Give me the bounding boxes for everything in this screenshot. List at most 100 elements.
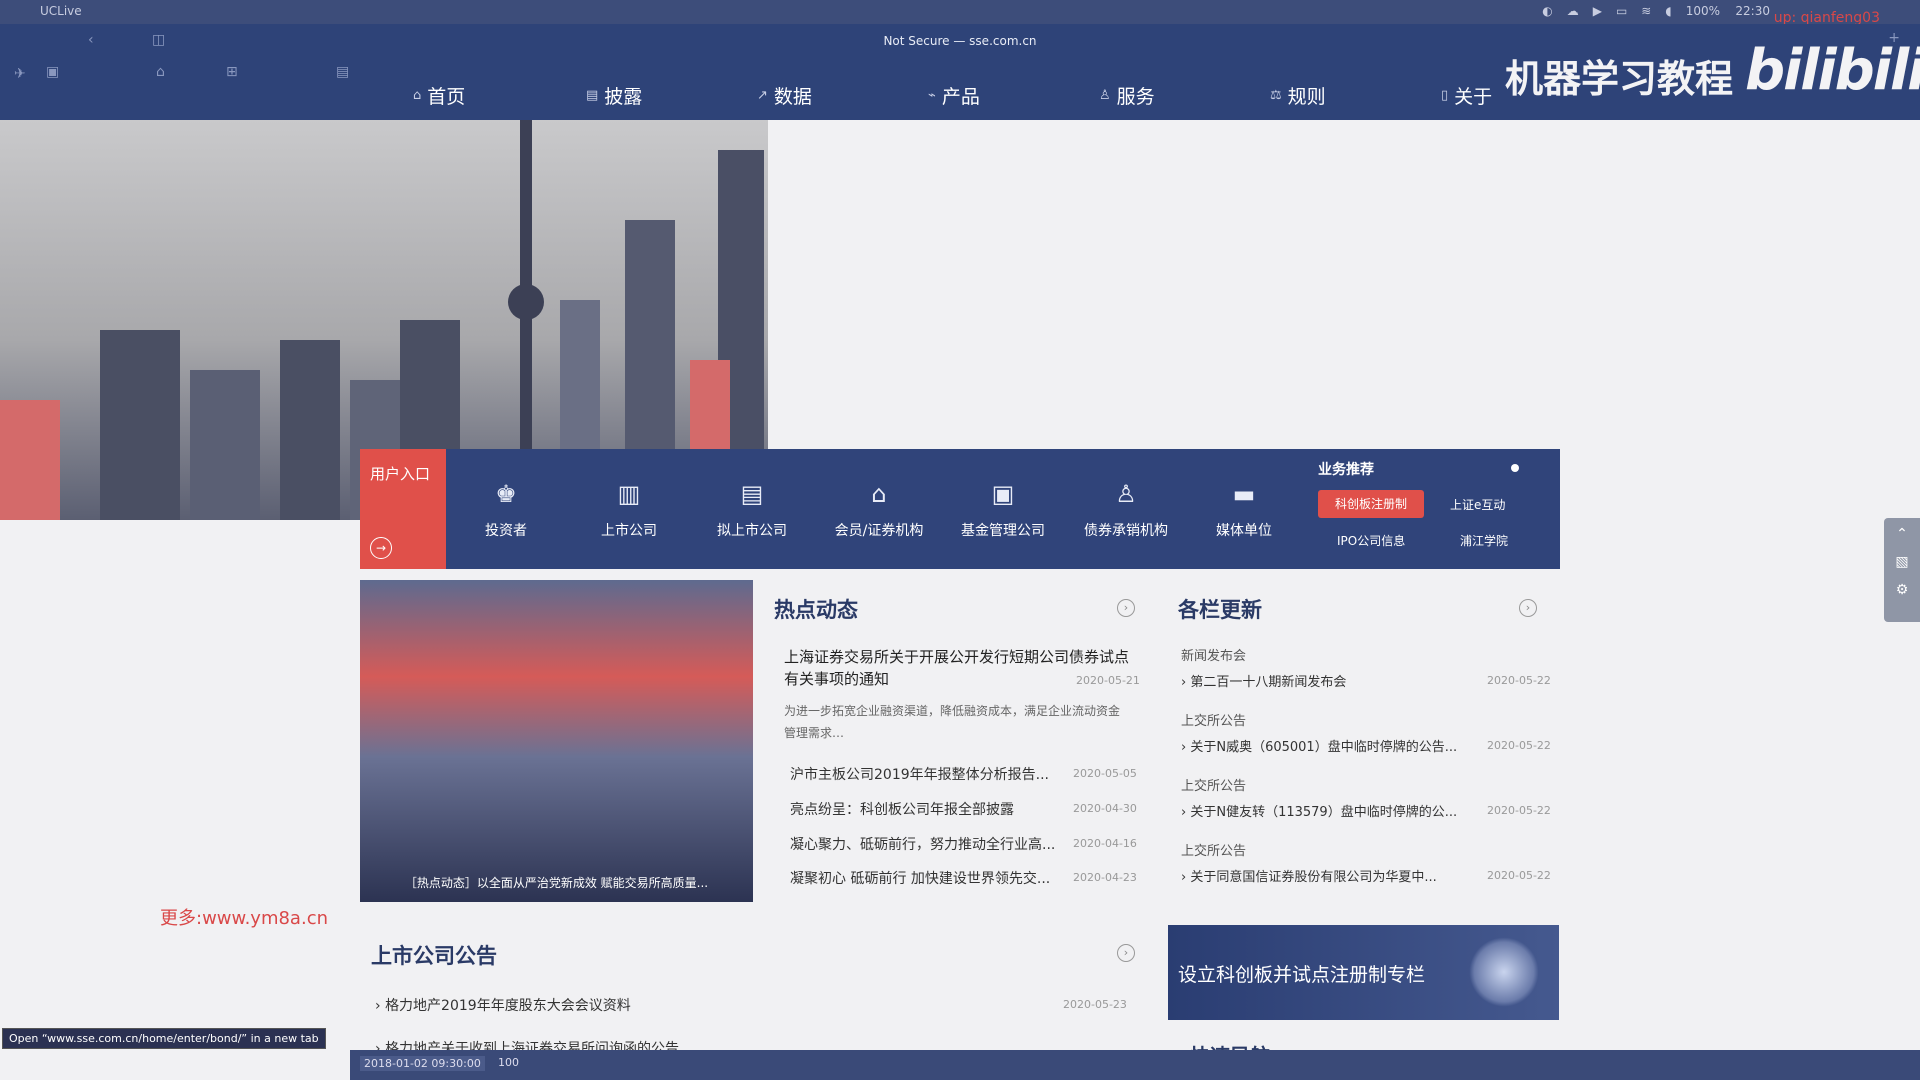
- nav-rules[interactable]: ⚖ 规则: [1270, 82, 1326, 109]
- nav-services[interactable]: ♙ 服务: [1099, 82, 1155, 109]
- system-menubar: UCLive ◐ ☁ ▶ ▭ ≋ ◖ 100% 22:30 up: qianfe…: [0, 0, 1920, 26]
- listed-more-icon[interactable]: ›: [1117, 944, 1135, 962]
- media-icon: ▬: [1232, 480, 1256, 508]
- menubar-status-icons: ◐ ☁ ▶ ▭ ≋ ◖ 100%: [1542, 4, 1720, 18]
- update-category: 上交所公告: [1181, 844, 1247, 859]
- building-icon: ▥: [617, 480, 641, 508]
- user-bar-media[interactable]: ▬ 媒体单位: [1189, 480, 1299, 540]
- link-status-tooltip: Open “www.sse.com.cn/home/enter/bond/” i…: [2, 1028, 326, 1049]
- dollar-doc-icon: ▤: [740, 480, 764, 508]
- nav-home[interactable]: ⌂ 首页: [413, 82, 465, 109]
- hot-item[interactable]: 凝聚初心 砥砺前行 加快建设世界领先交...: [790, 868, 1050, 888]
- headline-date: 2020-05-21: [1076, 674, 1140, 687]
- volume-icon[interactable]: ◖: [1665, 4, 1671, 18]
- quick-nav-title: 快速导航: [1190, 1040, 1270, 1050]
- e-interaction-link[interactable]: 上证e互动: [1450, 496, 1505, 513]
- updates-title: 各栏更新: [1178, 598, 1262, 622]
- floating-toolbar: ⌃ ▧ ⚙: [1884, 518, 1920, 622]
- bilibili-logo: bilibili: [1745, 38, 1920, 103]
- star-market-promo-banner[interactable]: 设立科创板并试点注册制专栏: [1168, 925, 1559, 1020]
- update-category: 上交所公告: [1181, 779, 1247, 794]
- pujiang-link[interactable]: 浦江学院: [1460, 532, 1508, 549]
- tool-icon[interactable]: ⊞: [226, 64, 238, 80]
- play-icon[interactable]: ▶: [1593, 4, 1602, 18]
- update-item[interactable]: › 关于同意国信证券股份有限公司为华夏中...: [1181, 866, 1437, 885]
- nav-label: 规则: [1287, 86, 1326, 108]
- hot-item-date: 2020-04-16: [1073, 837, 1137, 850]
- arrow-circle-icon[interactable]: →: [370, 537, 392, 559]
- nav-disclosure[interactable]: ▤ 披露: [586, 82, 642, 109]
- user-bar-investor[interactable]: ♚ 投资者: [451, 480, 561, 540]
- hot-news-title: 热点动态: [774, 598, 858, 622]
- wechat-icon[interactable]: ◐: [1542, 4, 1552, 18]
- nav-label: 披露: [604, 86, 643, 108]
- chart-icon: ↗: [757, 88, 768, 103]
- biz-title: 业务推荐: [1318, 462, 1374, 478]
- bank-icon: ⌂: [871, 480, 887, 508]
- update-text: 关于同意国信证券股份有限公司为华夏中...: [1190, 870, 1437, 885]
- hot-news-photo[interactable]: [360, 580, 753, 902]
- update-date: 2020-05-22: [1487, 804, 1551, 817]
- star-market-button[interactable]: 科创板注册制: [1318, 490, 1424, 518]
- user-bar-pre-listing[interactable]: ▤ 拟上市公司: [697, 480, 807, 540]
- update-category: 上交所公告: [1181, 714, 1247, 729]
- listed-date: 2020-05-23: [1063, 998, 1127, 1011]
- updates-more-icon[interactable]: ›: [1519, 599, 1537, 617]
- update-item[interactable]: › 第二百一十八期新闻发布会: [1181, 671, 1346, 690]
- hot-item[interactable]: 亮点纷呈：科创板公司年报全部披露: [790, 799, 1014, 819]
- listed-title: 上市公司公告: [371, 944, 497, 968]
- scroll-top-icon[interactable]: ⌃: [1884, 518, 1920, 542]
- hot-item[interactable]: 凝心聚力、砥砺前行，努力推动全行业高...: [790, 834, 1055, 854]
- bookmark-icon[interactable]: ⌂: [156, 64, 165, 80]
- listed-item[interactable]: › 格力地产关于收到上海证券交易所问询函的公告: [375, 1038, 679, 1050]
- extension-icon[interactable]: ✈: [14, 66, 26, 82]
- grid-icon[interactable]: ▤: [336, 64, 349, 80]
- user-bar-label: 上市公司: [601, 523, 657, 539]
- user-bar-members[interactable]: ⌂ 会员/证券机构: [814, 480, 944, 540]
- settings-icon[interactable]: ⚙: [1884, 570, 1920, 598]
- book-icon: ▯: [1441, 88, 1449, 103]
- ipo-info-link[interactable]: IPO公司信息: [1337, 532, 1405, 549]
- battery-label: 100%: [1685, 4, 1720, 18]
- nav-about[interactable]: ▯ 关于: [1441, 82, 1492, 109]
- hot-item[interactable]: 沪市主板公司2019年年报整体分析报告...: [790, 764, 1049, 784]
- photo-caption[interactable]: ［热点动态］以全面从严治党新成效 赋能交易所高质量...: [360, 874, 753, 891]
- nav-label: 关于: [1454, 86, 1493, 108]
- cloud-icon[interactable]: ☁: [1567, 4, 1579, 18]
- nav-label: 数据: [773, 86, 812, 108]
- more-link[interactable]: 更多:www.ym8a.cn: [160, 904, 328, 930]
- update-text: 关于N健友转（113579）盘中临时停牌的公...: [1190, 805, 1458, 820]
- listed-text: 格力地产2019年年度股东大会会议资料: [385, 998, 631, 1014]
- wifi-icon[interactable]: ≋: [1641, 4, 1651, 18]
- nav-label: 产品: [941, 86, 980, 108]
- nav-products[interactable]: ⌁ 产品: [928, 82, 980, 109]
- user-bar-bond[interactable]: ♙ 债券承销机构: [1066, 480, 1186, 540]
- person-icon: ♙: [1115, 480, 1137, 508]
- hot-more-icon[interactable]: ›: [1117, 599, 1135, 617]
- screen-icon[interactable]: ▭: [1616, 4, 1627, 18]
- carousel-dot[interactable]: [1511, 464, 1519, 472]
- update-date: 2020-05-22: [1487, 739, 1551, 752]
- address-bar[interactable]: Not Secure — sse.com.cn: [0, 34, 1920, 48]
- update-date: 2020-05-22: [1487, 869, 1551, 882]
- update-item[interactable]: › 关于N健友转（113579）盘中临时停牌的公...: [1181, 801, 1457, 820]
- globe-graphic: [1469, 937, 1539, 1007]
- nav-data[interactable]: ↗ 数据: [757, 82, 812, 109]
- hot-item-date: 2020-05-05: [1073, 767, 1137, 780]
- update-text: 关于N威奥（605001）盘中临时停牌的公告...: [1190, 740, 1458, 755]
- value-label: 100: [498, 1056, 519, 1069]
- user-entry-panel[interactable]: 用户入口 →: [360, 449, 446, 569]
- timestamp-label: 2018-01-02 09:30:00: [360, 1056, 485, 1071]
- user-bar-label: 债券承销机构: [1084, 523, 1168, 539]
- pdf-icon[interactable]: ▣: [46, 64, 59, 80]
- user-bar-label: 媒体单位: [1216, 523, 1272, 539]
- feedback-icon[interactable]: ▧: [1884, 542, 1920, 570]
- update-item[interactable]: › 关于N威奥（605001）盘中临时停牌的公告...: [1181, 736, 1457, 755]
- investor-icon: ♚: [495, 480, 517, 508]
- home-icon: ⌂: [413, 88, 422, 103]
- listed-item[interactable]: › 格力地产2019年年度股东大会会议资料: [375, 995, 631, 1015]
- gavel-icon: ⚖: [1270, 88, 1282, 103]
- user-bar-fund[interactable]: ▣ 基金管理公司: [943, 480, 1063, 540]
- user-bar-listed-company[interactable]: ▥ 上市公司: [574, 480, 684, 540]
- update-date: 2020-05-22: [1487, 674, 1551, 687]
